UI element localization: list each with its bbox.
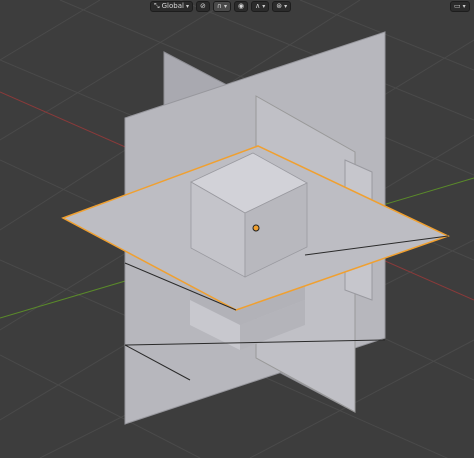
proportional-edit-button[interactable]: ◉ (233, 0, 249, 12)
scene-render (0, 0, 474, 458)
chevron-down-icon: ▾ (462, 2, 466, 10)
falloff-dropdown[interactable]: ∧ ▾ (251, 0, 270, 12)
magnet-icon: ∩ (216, 2, 222, 10)
chevron-down-icon: ▾ (284, 2, 288, 10)
chevron-down-icon: ▾ (223, 2, 227, 10)
object-origin[interactable] (252, 224, 260, 232)
falloff-curve-icon: ∧ (255, 2, 261, 10)
transform-orientation-dropdown[interactable]: ⤡ Global ▾ (150, 0, 193, 12)
gizmo-icon: ⊛ (276, 2, 283, 10)
viewport-header: ⤡ Global ▾ ⊘ ∩ ▾ ◉ ∧ ▾ ⊛ ▾ ▭ ▾ (0, 0, 474, 14)
orientation-label: Global (161, 2, 184, 10)
gizmo-dropdown[interactable]: ⊛ ▾ (272, 0, 292, 12)
snap-toggle-button[interactable]: ∩ ▾ (212, 0, 231, 12)
proportional-edit-icon: ◉ (237, 2, 245, 10)
viewport-shading-button[interactable]: ▭ ▾ (450, 0, 470, 12)
viewport-shading-icon: ▭ (454, 2, 461, 10)
chevron-down-icon: ▾ (262, 2, 266, 10)
pivot-icon: ⊘ (199, 2, 206, 10)
3d-viewport[interactable]: ⤡ Global ▾ ⊘ ∩ ▾ ◉ ∧ ▾ ⊛ ▾ ▭ ▾ (0, 0, 474, 458)
pivot-point-button[interactable]: ⊘ (195, 0, 210, 12)
chevron-down-icon: ▾ (185, 2, 189, 10)
orientation-axis-icon: ⤡ (154, 1, 160, 10)
